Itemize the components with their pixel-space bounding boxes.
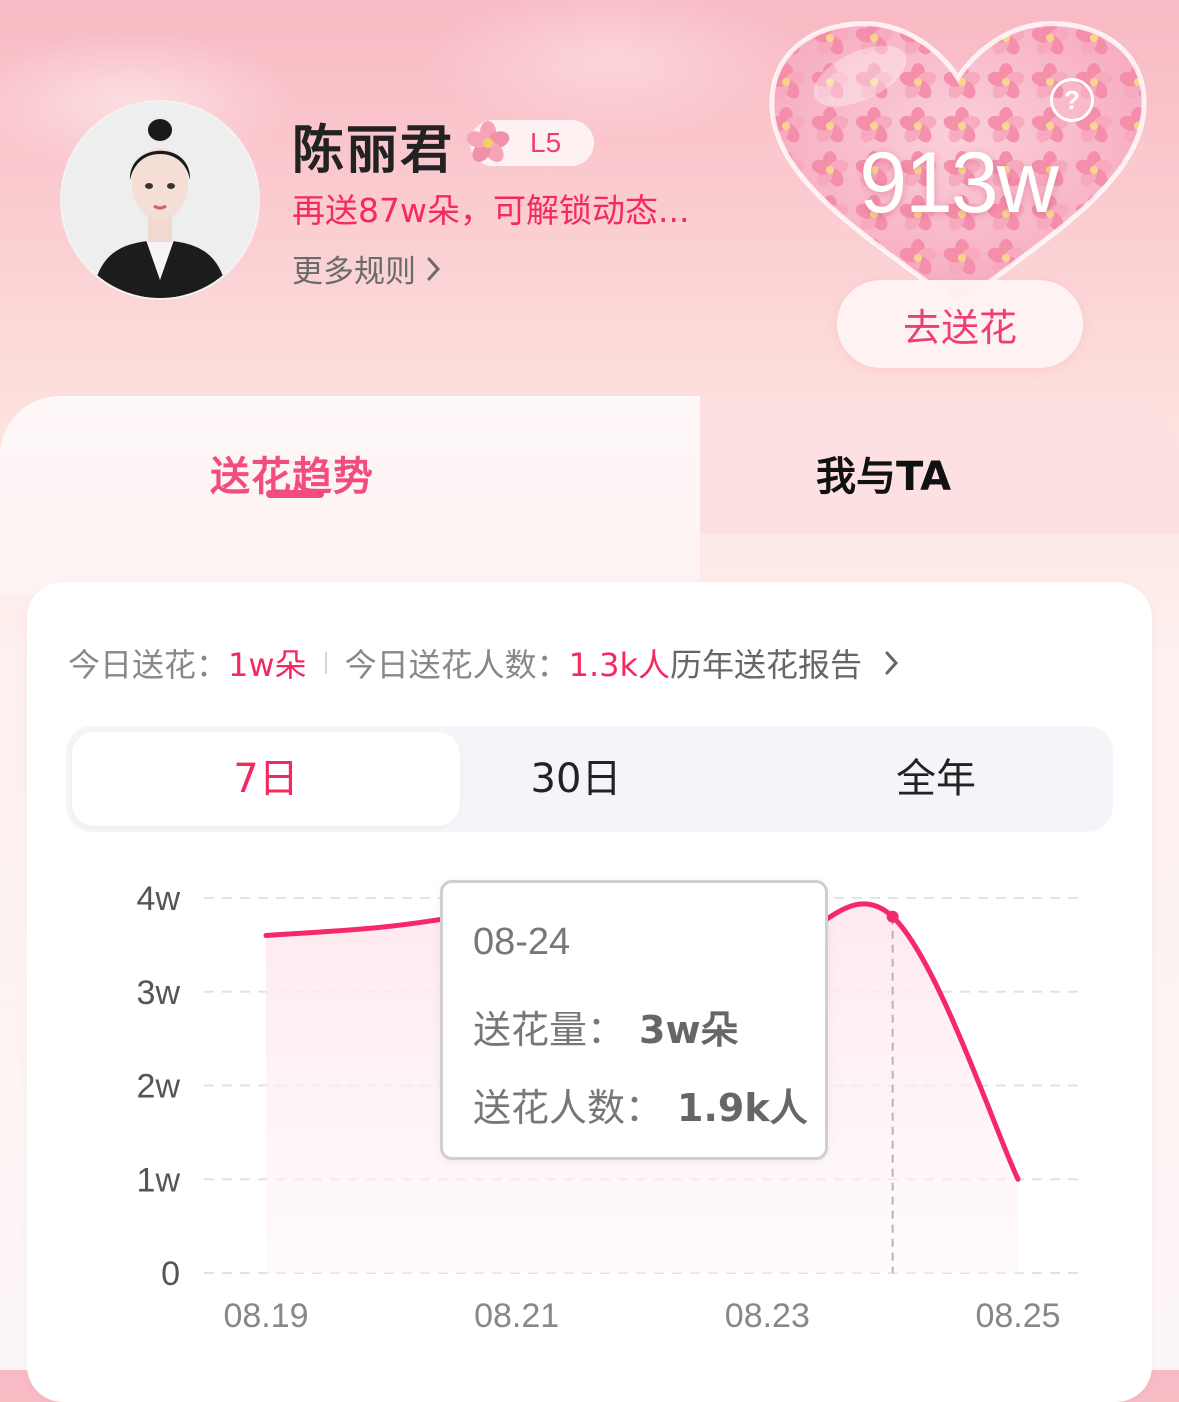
range-option-year[interactable]: 全年 (756, 726, 1116, 832)
x-tick-label: 08.25 (975, 1297, 1060, 1335)
level-label: L5 (530, 127, 562, 158)
highlight-point[interactable] (886, 910, 899, 923)
divider (324, 652, 327, 674)
avatar-portrait (62, 102, 258, 298)
user-name: 陈丽君 (292, 121, 455, 181)
total-flowers-count: 913w (859, 135, 1059, 231)
more-rules-link[interactable]: 更多规则 (292, 246, 442, 291)
tooltip-people: 送花人数： 1.9k人 (473, 1077, 808, 1132)
tooltip-amount-value: 3w朵 (639, 1008, 739, 1052)
flower-icon (466, 121, 510, 162)
x-tick-label: 08.19 (223, 1297, 308, 1335)
more-rules-label: 更多规则 (292, 254, 416, 290)
tooltip-people-label: 送花人数： (473, 1086, 664, 1130)
flower-heart: 913w (764, 16, 1152, 316)
x-tick-label: 08.23 (725, 1297, 810, 1335)
tooltip-date: 08-24 (473, 921, 571, 963)
help-icon[interactable]: ? (1050, 78, 1094, 122)
today-people-value: 1.3k人 (568, 646, 671, 684)
today-people-label: 今日送花人数： (344, 646, 569, 684)
send-flower-button[interactable]: 去送花 (837, 280, 1083, 368)
chart-tooltip: 08-24 送花量： 3w朵 送花人数： 1.9k人 (440, 880, 828, 1160)
promo-text: 再送87w朵，可解锁动态... (292, 191, 690, 230)
level-badge: L5 (466, 120, 594, 166)
today-stats: 今日送花： 1w朵 今日送花人数： 1.3k人 历年送花报告 (68, 640, 900, 686)
today-flowers-label: 今日送花： (68, 646, 229, 684)
today-flowers-value: 1w朵 (228, 646, 307, 684)
tab-me-and-ta[interactable]: 我与TA (816, 444, 951, 502)
annual-report-link[interactable]: 历年送花报告 (670, 640, 862, 686)
y-tick-label: 4w (137, 880, 181, 918)
y-tick-label: 0 (161, 1255, 180, 1293)
chevron-right-icon (427, 257, 441, 280)
y-tick-label: 3w (137, 974, 181, 1012)
tooltip-amount: 送花量： 3w朵 (473, 999, 739, 1054)
chevron-right-icon[interactable] (884, 649, 900, 677)
x-tick-label: 08.21 (474, 1297, 559, 1335)
tooltip-amount-label: 送花量： (473, 1008, 626, 1052)
range-selector: 7日 30日 全年 (66, 726, 1113, 832)
range-option-30d[interactable]: 30日 (396, 726, 756, 832)
y-tick-label: 1w (137, 1161, 181, 1199)
tooltip-people-value: 1.9k人 (677, 1086, 808, 1130)
avatar[interactable] (60, 100, 260, 300)
y-tick-label: 2w (137, 1068, 181, 1106)
active-tab-indicator (266, 490, 324, 498)
tab-bar (0, 396, 1179, 596)
